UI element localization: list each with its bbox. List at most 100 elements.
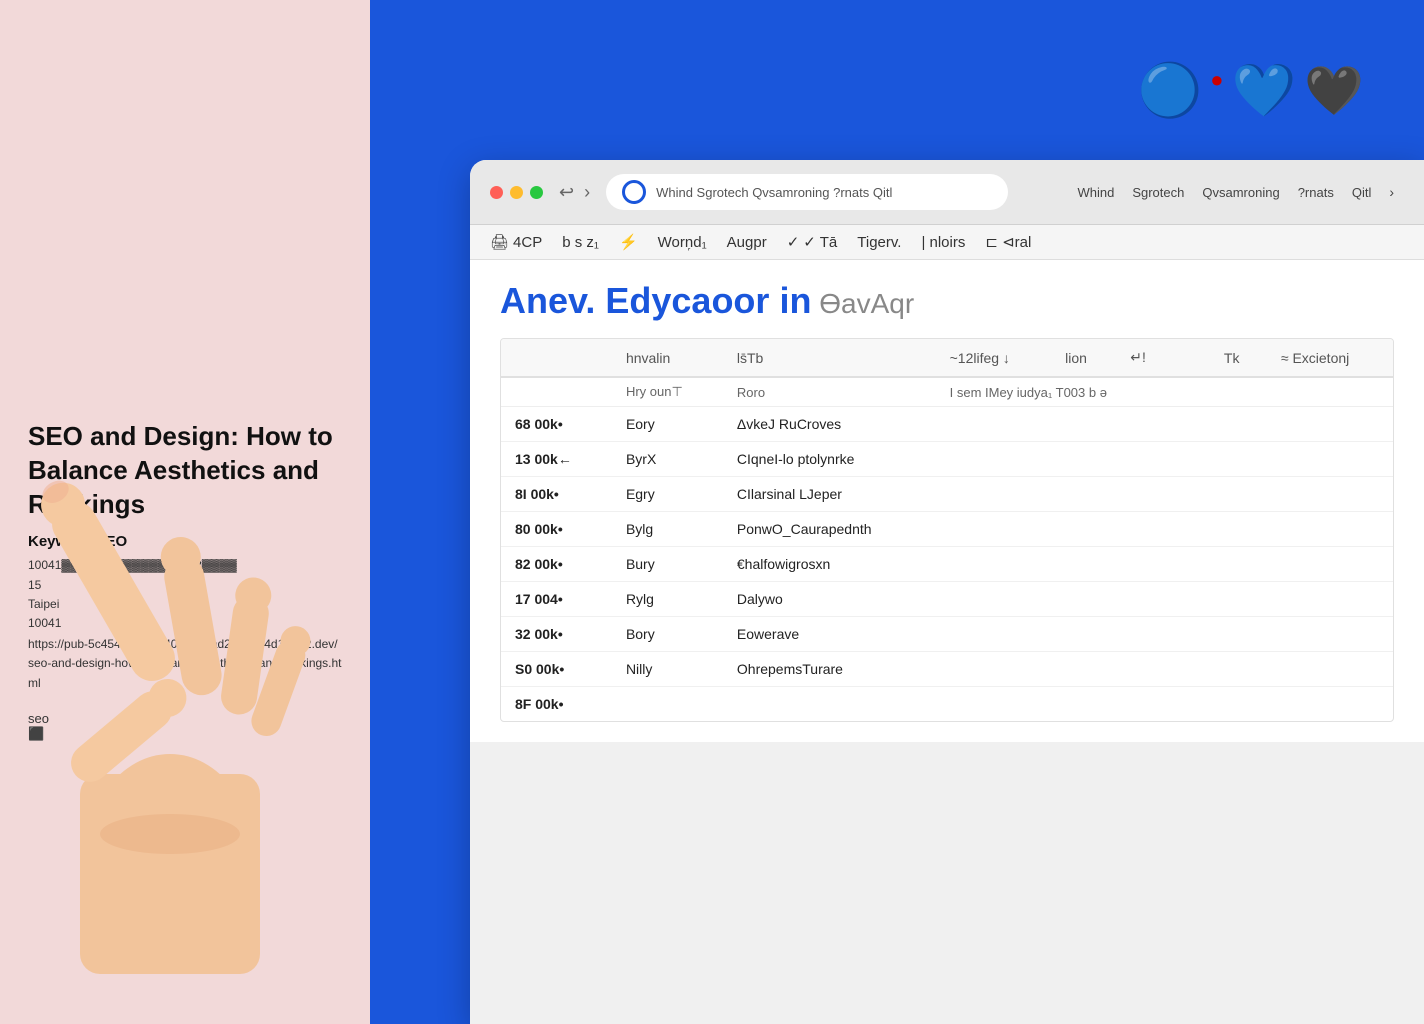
tag-label: seo [28, 711, 49, 726]
nav-link-5[interactable]: Qitl [1352, 185, 1372, 200]
nav-forward-icon[interactable]: › [584, 182, 590, 203]
cell-empty-1 [936, 442, 1267, 477]
sidebar-tags: seo ⬛ [28, 711, 342, 742]
cell-num-1: 13 00k← [501, 442, 612, 477]
th-excietonj[interactable]: ≈ Excietonj [1267, 339, 1393, 377]
cell-c2-5: Dalywo [723, 582, 936, 617]
cell-empty-7 [936, 652, 1267, 687]
table-row: 80 00k• Bylg PonwO_Caurapednth [501, 512, 1393, 547]
table-header-row: hnvalin ls̄Tb ~12lifeg ↓ lion ↵! Tk ≈ Ex… [501, 339, 1393, 377]
maximize-button[interactable] [530, 186, 543, 199]
cell-empty-8 [936, 687, 1267, 722]
table-sub-header-row: Hry oun⊤ Roro I sem IMey iudya₁ T003 b ə [501, 377, 1393, 407]
address-text: Whind Sgrotech Qvsamroning ?rnats Qitl [656, 185, 892, 200]
nav-link-2[interactable]: Sgrotech [1132, 185, 1184, 200]
browser-icons: 🔵 ● 💙 🖤 [1137, 60, 1364, 121]
toolbar-item-augpr[interactable]: Augpr [727, 234, 767, 251]
cell-c1-3: Bylg [612, 512, 723, 547]
sidebar-meta: 10041▓▓▓▓▓▓▓▓▓▓▓▓50▓22▓▓▓▓ 15 Taipei 100… [28, 556, 342, 692]
table-row: 82 00k• Bury €halfowigrosxn [501, 547, 1393, 582]
toolbar-item-wornd[interactable]: Worn᷊d₁ [658, 234, 707, 251]
table-row: 17 004• Rylg Dalywo [501, 582, 1393, 617]
nav-link-4[interactable]: ?rnats [1298, 185, 1334, 200]
cell-c1-7: Nilly [612, 652, 723, 687]
th-lstb[interactable]: ls̄Tb [723, 339, 936, 377]
toolbar-item-print[interactable]: 🖨 4CP [490, 233, 542, 251]
address-bar[interactable]: Whind Sgrotech Qvsamroning ?rnats Qitl [606, 174, 1008, 210]
th-tk[interactable]: Tk [1210, 339, 1267, 377]
heading-space [769, 280, 779, 321]
close-button[interactable] [490, 186, 503, 199]
browser-chrome: ↩ › Whind Sgrotech Qvsamroning ?rnats Qi… [470, 160, 1424, 225]
cell-c1-5: Rylg [612, 582, 723, 617]
main-area: 🔵 ● 💙 🖤 ↩ › Whind Sgrotech Qvsamroning ?… [370, 0, 1424, 1024]
th-hnvalin[interactable]: hnvalin [612, 339, 723, 377]
meta-line-4: 10041 [28, 614, 342, 633]
th-5[interactable]: ↵! [1116, 339, 1173, 377]
cell-num-5: 17 004• [501, 582, 612, 617]
table-row: 8F 00k• [501, 687, 1393, 722]
th-lion[interactable]: lion [1051, 339, 1116, 377]
traffic-lights [490, 186, 543, 199]
tag-icon: ⬛ [28, 726, 44, 741]
cell-c1-8 [612, 687, 723, 722]
nav-link-1[interactable]: Whind [1077, 185, 1114, 200]
left-sidebar: SEO and Design: How to Balance Aesthetic… [0, 0, 370, 1024]
table-row: 32 00k• Bory Eowerave [501, 617, 1393, 652]
toolbar-item-tigerv[interactable]: Tigerv. [857, 234, 901, 251]
meta-url[interactable]: https://pub-5c454f571b8e40a3a2aad27ade84… [28, 635, 342, 693]
top-header: 🔵 ● 💙 🖤 [370, 0, 1424, 180]
browser-nav-links: Whind Sgrotech Qvsamroning ?rnats Qitl › [1024, 184, 1404, 200]
nav-more-icon[interactable]: › [1389, 184, 1394, 200]
toolbar-item-ural[interactable]: ⊏ ⊲ral [985, 233, 1031, 251]
meta-line-3: Taipei [28, 595, 342, 614]
cell-empty-5 [936, 582, 1267, 617]
minimize-button[interactable] [510, 186, 523, 199]
cell-empty-6 [936, 617, 1267, 652]
cell-empty-0 [936, 407, 1267, 442]
data-table-wrapper: hnvalin ls̄Tb ~12lifeg ↓ lion ↵! Tk ≈ Ex… [500, 338, 1394, 722]
cell-c1-0: Eory [612, 407, 723, 442]
meta-line-2: 15 [28, 576, 342, 595]
browser-icon-4: 🖤 [1304, 62, 1364, 119]
toolbar-item-ta[interactable]: ✓ ✓ Tā [787, 233, 838, 251]
heading-part3: in [779, 280, 811, 321]
sidebar-keyword: Keyword SEO [28, 533, 342, 550]
th-12lifeg[interactable]: ~12lifeg ↓ [936, 339, 1052, 377]
nav-link-3[interactable]: Qvsamroning [1202, 185, 1279, 200]
browser-toolbar: 🖨 4CP b s z₁ ⚡ Worn᷊d₁ Augpr ✓ ✓ Tā Tige… [470, 225, 1424, 260]
cell-c2-2: CIlarsinal LJeper [723, 477, 936, 512]
table-row: 13 00k← ByrX CIqneI-lo ptolynrke [501, 442, 1393, 477]
table-row: 8I 00k• Egry CIlarsinal LJeper [501, 477, 1393, 512]
page-heading: Anev. Edycaoor in ƟavAqr [500, 280, 1394, 322]
toolbar-item-3[interactable]: ⚡ [619, 233, 638, 251]
heading-part2: Edycaoor [595, 280, 769, 321]
cell-c1-4: Bury [612, 547, 723, 582]
nav-back-icon[interactable]: ↩ [559, 182, 574, 203]
cell-empty-3 [936, 512, 1267, 547]
heading-part1: Anev. [500, 280, 595, 321]
sub-th-2: Roro [723, 377, 936, 407]
browser-icon-2: ● [1210, 67, 1223, 93]
table-row: S0 00k• Nilly OhrepemsTurare [501, 652, 1393, 687]
cell-num-4: 82 00k• [501, 547, 612, 582]
cell-c2-1: CIqneI-lo ptolynrke [723, 442, 936, 477]
cell-num-7: S0 00k• [501, 652, 612, 687]
cell-num-3: 80 00k• [501, 512, 612, 547]
cell-num-0: 68 00k• [501, 407, 612, 442]
toolbar-item-nloirs[interactable]: | nloirs [921, 234, 965, 251]
cell-empty-2 [936, 477, 1267, 512]
heading-part4: ƟavAqr [811, 288, 914, 319]
cell-c2-8 [723, 687, 936, 722]
table-row: 68 00k• Eory ΔvkeJ RuCroves [501, 407, 1393, 442]
sub-th-1: Hry oun⊤ [612, 377, 723, 407]
cell-num-8: 8F 00k• [501, 687, 612, 722]
cell-c1-1: ByrX [612, 442, 723, 477]
th-6 [1173, 339, 1210, 377]
cell-c2-3: PonwO_Caurapednth [723, 512, 936, 547]
sidebar-title: SEO and Design: How to Balance Aesthetic… [28, 420, 342, 521]
cell-c2-0: ΔvkeJ RuCroves [723, 407, 936, 442]
cell-c2-7: OhrepemsTurare [723, 652, 936, 687]
browser-icon-3: 💙 [1231, 60, 1296, 121]
toolbar-item-2[interactable]: b s z₁ [562, 234, 599, 251]
